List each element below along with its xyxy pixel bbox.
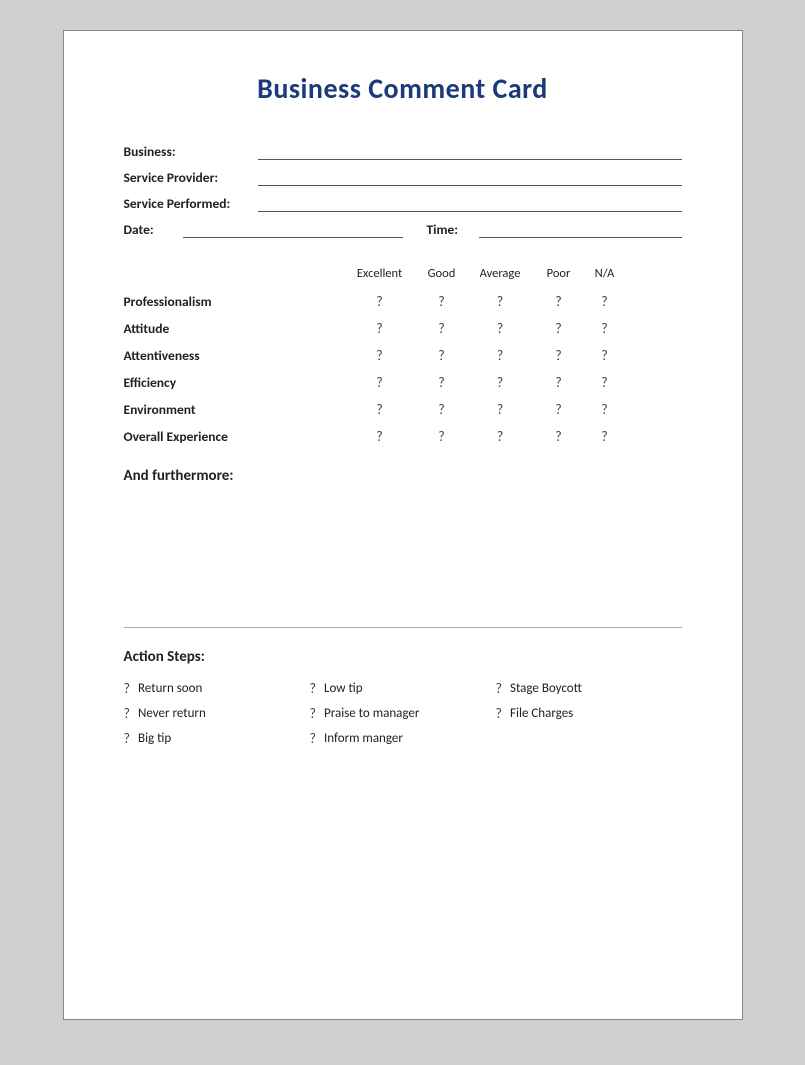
time-label: Time: bbox=[427, 221, 475, 238]
service-provider-input-line[interactable] bbox=[258, 168, 682, 186]
environment-na[interactable]: ? bbox=[585, 401, 625, 418]
professionalism-average[interactable]: ? bbox=[468, 293, 533, 310]
header-na: N/A bbox=[585, 266, 625, 281]
attitude-label: Attitude bbox=[124, 320, 344, 337]
comment-card: Business Comment Card Business: Service … bbox=[63, 30, 743, 1020]
efficiency-excellent[interactable]: ? bbox=[344, 374, 416, 391]
rating-row-attentiveness: Attentiveness ? ? ? ? ? bbox=[124, 347, 682, 364]
attentiveness-excellent[interactable]: ? bbox=[344, 347, 416, 364]
action-item-stage-boycott[interactable]: ? Stage Boycott bbox=[496, 680, 682, 697]
action-text-low-tip: Low tip bbox=[324, 681, 363, 696]
action-steps-title: Action Steps: bbox=[124, 648, 682, 666]
business-input-line[interactable] bbox=[258, 142, 682, 160]
divider bbox=[124, 627, 682, 628]
environment-excellent[interactable]: ? bbox=[344, 401, 416, 418]
date-input-line[interactable] bbox=[183, 220, 403, 238]
attentiveness-poor[interactable]: ? bbox=[533, 347, 585, 364]
service-provider-label: Service Provider: bbox=[124, 169, 254, 186]
professionalism-na[interactable]: ? bbox=[585, 293, 625, 310]
action-text-praise-manager: Praise to manager bbox=[324, 706, 419, 721]
overall-na[interactable]: ? bbox=[585, 428, 625, 445]
efficiency-label: Efficiency bbox=[124, 374, 344, 391]
service-performed-input-line[interactable] bbox=[258, 194, 682, 212]
form-fields: Business: Service Provider: Service Perf… bbox=[124, 142, 682, 238]
action-text-never-return: Never return bbox=[138, 706, 206, 721]
header-poor: Poor bbox=[533, 266, 585, 281]
overall-poor[interactable]: ? bbox=[533, 428, 585, 445]
overall-average[interactable]: ? bbox=[468, 428, 533, 445]
efficiency-na[interactable]: ? bbox=[585, 374, 625, 391]
time-input-line[interactable] bbox=[479, 220, 682, 238]
attitude-poor[interactable]: ? bbox=[533, 320, 585, 337]
rating-row-efficiency: Efficiency ? ? ? ? ? bbox=[124, 374, 682, 391]
action-item-low-tip[interactable]: ? Low tip bbox=[310, 680, 496, 697]
card-title: Business Comment Card bbox=[124, 71, 682, 106]
action-text-return-soon: Return soon bbox=[138, 681, 202, 696]
action-bullet-never-return: ? bbox=[124, 705, 131, 722]
attitude-average[interactable]: ? bbox=[468, 320, 533, 337]
action-item-placeholder bbox=[496, 730, 682, 747]
action-item-inform-manager[interactable]: ? Inform manger bbox=[310, 730, 496, 747]
environment-good[interactable]: ? bbox=[416, 401, 468, 418]
environment-poor[interactable]: ? bbox=[533, 401, 585, 418]
date-time-row: Date: Time: bbox=[124, 220, 682, 238]
action-item-return-soon[interactable]: ? Return soon bbox=[124, 680, 310, 697]
overall-label: Overall Experience bbox=[124, 428, 344, 445]
action-text-stage-boycott: Stage Boycott bbox=[510, 681, 582, 696]
service-performed-row: Service Performed: bbox=[124, 194, 682, 212]
attitude-good[interactable]: ? bbox=[416, 320, 468, 337]
action-text-big-tip: Big tip bbox=[138, 731, 171, 746]
action-bullet-file-charges: ? bbox=[496, 705, 503, 722]
action-bullet-big-tip: ? bbox=[124, 730, 131, 747]
attentiveness-na[interactable]: ? bbox=[585, 347, 625, 364]
action-bullet-stage-boycott: ? bbox=[496, 680, 503, 697]
header-average: Average bbox=[468, 266, 533, 281]
action-steps-grid: ? Return soon ? Low tip ? Stage Boycott … bbox=[124, 680, 682, 747]
environment-average[interactable]: ? bbox=[468, 401, 533, 418]
action-text-inform-manager: Inform manger bbox=[324, 731, 403, 746]
rating-row-environment: Environment ? ? ? ? ? bbox=[124, 401, 682, 418]
service-provider-row: Service Provider: bbox=[124, 168, 682, 186]
action-item-never-return[interactable]: ? Never return bbox=[124, 705, 310, 722]
professionalism-label: Professionalism bbox=[124, 293, 344, 310]
efficiency-average[interactable]: ? bbox=[468, 374, 533, 391]
efficiency-poor[interactable]: ? bbox=[533, 374, 585, 391]
attentiveness-label: Attentiveness bbox=[124, 347, 344, 364]
action-bullet-return-soon: ? bbox=[124, 680, 131, 697]
action-item-file-charges[interactable]: ? File Charges bbox=[496, 705, 682, 722]
action-bullet-inform-manager: ? bbox=[310, 730, 317, 747]
professionalism-excellent[interactable]: ? bbox=[344, 293, 416, 310]
date-label: Date: bbox=[124, 221, 179, 238]
efficiency-good[interactable]: ? bbox=[416, 374, 468, 391]
action-item-praise-manager[interactable]: ? Praise to manager bbox=[310, 705, 496, 722]
environment-label: Environment bbox=[124, 401, 344, 418]
rating-row-professionalism: Professionalism ? ? ? ? ? bbox=[124, 293, 682, 310]
business-label: Business: bbox=[124, 143, 254, 160]
action-bullet-low-tip: ? bbox=[310, 680, 317, 697]
rating-header: Excellent Good Average Poor N/A bbox=[124, 266, 682, 281]
comment-area[interactable] bbox=[124, 493, 682, 603]
action-item-big-tip[interactable]: ? Big tip bbox=[124, 730, 310, 747]
action-text-file-charges: File Charges bbox=[510, 706, 573, 721]
header-good: Good bbox=[416, 266, 468, 281]
action-bullet-praise-manager: ? bbox=[310, 705, 317, 722]
attentiveness-good[interactable]: ? bbox=[416, 347, 468, 364]
attentiveness-average[interactable]: ? bbox=[468, 347, 533, 364]
rating-row-overall: Overall Experience ? ? ? ? ? bbox=[124, 428, 682, 445]
attitude-excellent[interactable]: ? bbox=[344, 320, 416, 337]
and-furthermore-label: And furthermore: bbox=[124, 467, 682, 485]
professionalism-poor[interactable]: ? bbox=[533, 293, 585, 310]
header-excellent: Excellent bbox=[344, 266, 416, 281]
rating-section: Excellent Good Average Poor N/A Professi… bbox=[124, 266, 682, 445]
attitude-na[interactable]: ? bbox=[585, 320, 625, 337]
service-performed-label: Service Performed: bbox=[124, 195, 254, 212]
overall-good[interactable]: ? bbox=[416, 428, 468, 445]
professionalism-good[interactable]: ? bbox=[416, 293, 468, 310]
rating-row-attitude: Attitude ? ? ? ? ? bbox=[124, 320, 682, 337]
overall-excellent[interactable]: ? bbox=[344, 428, 416, 445]
business-row: Business: bbox=[124, 142, 682, 160]
